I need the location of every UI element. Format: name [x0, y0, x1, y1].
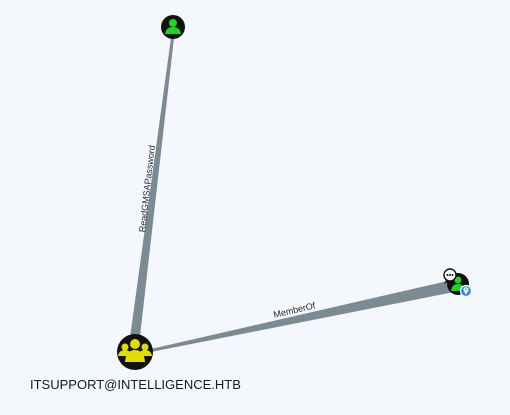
node-itsupport-group[interactable] [117, 334, 153, 370]
graph-canvas[interactable]: ReadGMSAPassword MemberOf [0, 0, 510, 415]
edge-memberof[interactable]: MemberOf [151, 280, 454, 352]
node-user-top[interactable] [161, 15, 185, 39]
edge-readgmsapassword[interactable]: ReadGMSAPassword [129, 38, 174, 345]
location-pin-icon [459, 284, 473, 298]
node-label-itsupport-group: ITSUPPORT@INTELLIGENCE.HTB [30, 377, 241, 392]
